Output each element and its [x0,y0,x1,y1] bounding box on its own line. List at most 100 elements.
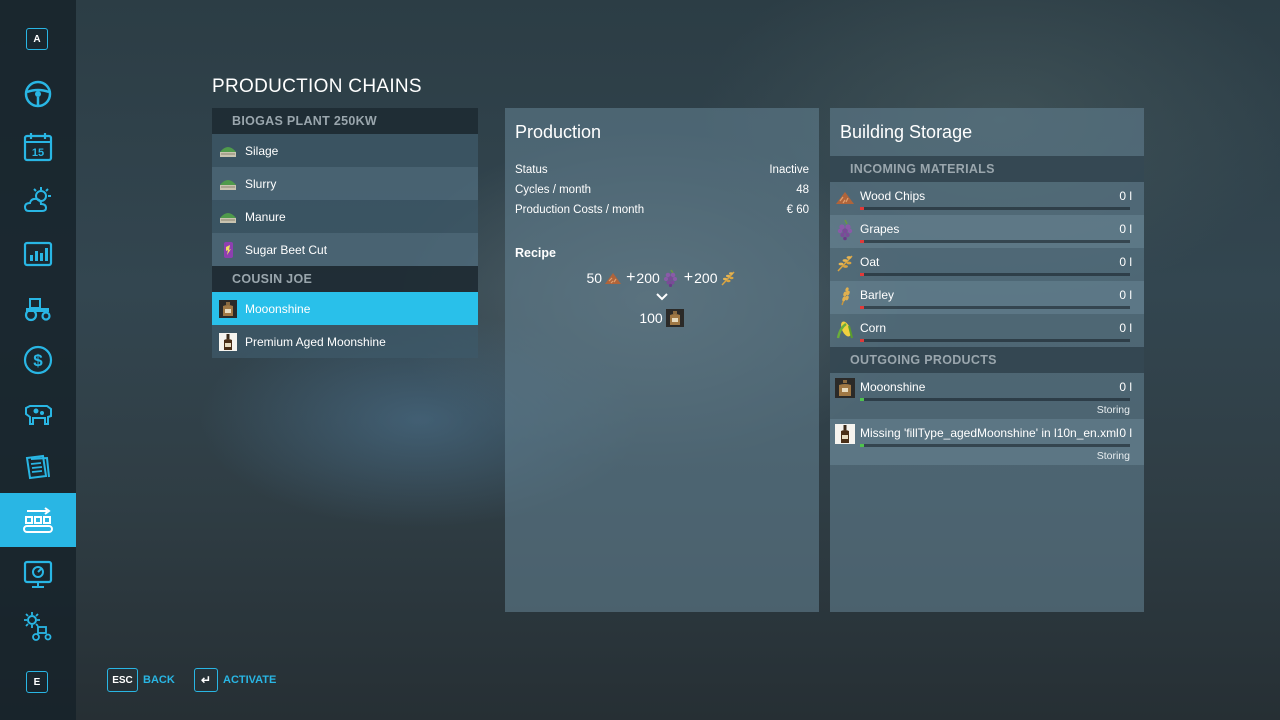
storage-item-amount: 0 l [1119,189,1132,203]
grapes-icon [834,219,856,241]
steering-wheel-icon [24,80,52,108]
back-button[interactable]: BACK [143,674,175,686]
storage-item-name: Grapes [860,222,900,236]
production-title: Production [515,122,602,142]
storage-title: Building Storage [840,122,973,142]
oat-icon [721,271,736,286]
storage-item-name: Missing 'fillType_agedMoonshine' in l10n… [860,426,1119,440]
aged-moonshine-bottle-icon [834,423,856,445]
sidebar-item-animals[interactable] [0,390,76,436]
list-item-label: Mooonshine [245,301,311,316]
fill-level [860,444,864,447]
list-item-label: Premium Aged Moonshine [245,334,386,349]
storage-item-status: Storing [1096,450,1130,462]
moonshine-jug-icon [665,309,684,327]
storage-item-name: Corn [860,321,887,335]
page-title: PRODUCTION CHAINS [212,76,422,97]
storage-item-amount: 0 l [1119,288,1132,302]
sidebar-item-vehicles[interactable] [0,71,76,117]
fill-level [860,339,864,342]
storage-item-amount: 0 l [1119,255,1132,269]
recipe-label: Recipe [515,246,556,260]
sidebar-item-statistics[interactable] [0,231,76,277]
prev-page-key[interactable]: A [26,28,48,50]
tractor-icon [24,298,51,322]
recipe-amount: 100 [639,310,663,326]
recipe-amount: 50 [586,270,603,286]
silage-icon [217,140,239,162]
sidebar-menu: A 15 $ E [0,0,76,720]
stat-costs: Production Costs / month € 60 [505,200,819,220]
recipe-amount: 200 [694,270,718,286]
chevron-down-icon [656,293,668,301]
storage-row-corn: Corn 0 l [830,314,1144,347]
moonshine-jug-icon [217,298,239,320]
fill-level-bar [860,398,1130,401]
storage-item-status: Storing [1096,404,1130,416]
group-header-cousin-joe: COUSIN JOE [212,266,478,292]
storage-row-barley: Barley 0 l [830,281,1144,314]
wood-chips-icon [605,273,622,284]
stat-status: Status Inactive [505,160,819,180]
sidebar-item-production[interactable] [0,493,76,547]
list-item-label: Slurry [245,176,277,191]
storage-item-name: Oat [860,255,880,269]
production-panel: Production Status Inactive Cycles / mont… [505,108,819,612]
production-chain-icon [23,507,53,533]
group-header-biogas: BIOGAS PLANT 250KW [212,108,478,134]
list-item-mooonshine[interactable]: Mooonshine [212,292,478,325]
stat-label: Production Costs / month [515,204,645,216]
storage-item-name: Mooonshine [860,380,926,394]
cow-icon [25,405,52,425]
list-item-premium-aged-moonshine[interactable]: Premium Aged Moonshine [212,325,478,358]
storage-row-mooonshine: Mooonshine 0 l Storing [830,373,1144,419]
sidebar-item-finances[interactable]: $ [0,337,76,383]
barley-icon [834,285,856,307]
stat-cycles: Cycles / month 48 [505,180,819,200]
sugar-beet-cut-icon [217,239,239,261]
production-chains-list: BIOGAS PLANT 250KW Silage Slurry Manure … [212,108,478,358]
fill-level-bar [860,444,1130,447]
outgoing-header: OUTGOING PRODUCTS [830,347,1144,373]
list-item-silage[interactable]: Silage [212,134,478,167]
sidebar-item-garage[interactable] [0,284,76,330]
plus-sign: + [683,269,694,286]
stat-value: 48 [796,184,809,196]
list-item-label: Silage [245,143,279,158]
storage-item-amount: 0 l [1119,222,1132,236]
fill-level-bar [860,207,1130,210]
oat-icon [834,252,856,274]
svg-text:15: 15 [32,147,44,159]
recipe-inputs: 50 + 200 + 200 [505,266,819,290]
statistics-icon [23,241,53,267]
activate-button[interactable]: ACTIVATE [223,674,276,686]
sidebar-item-weather[interactable] [0,177,76,223]
wood-chips-icon [834,186,856,208]
esc-key[interactable]: ESC [107,668,138,692]
stat-value: Inactive [769,164,809,176]
storage-row-grapes: Grapes 0 l [830,215,1144,248]
fill-level [860,273,864,276]
svg-text:$: $ [33,351,43,370]
storage-row-wood-chips: Wood Chips 0 l [830,182,1144,215]
plus-sign: + [626,269,636,286]
corn-icon [834,318,856,340]
sidebar-item-settings[interactable] [0,603,76,649]
slurry-icon [217,173,239,195]
sidebar-item-calendar[interactable]: 15 [0,124,76,170]
next-page-key[interactable]: E [26,671,48,693]
list-item-sugar-beet-cut[interactable]: Sugar Beet Cut [212,233,478,266]
manure-icon [217,206,239,228]
enter-key[interactable]: ↵ [194,668,218,692]
recipe-amount: 200 [636,270,660,286]
storage-item-amount: 0 l [1119,380,1132,394]
list-item-manure[interactable]: Manure [212,200,478,233]
sidebar-item-tutorials[interactable] [0,551,76,597]
storage-item-name: Barley [860,288,895,302]
stat-value: € 60 [786,204,809,216]
fill-level-bar [860,273,1130,276]
list-item-label: Manure [245,209,286,224]
weather-icon [23,187,51,212]
list-item-slurry[interactable]: Slurry [212,167,478,200]
sidebar-item-contracts[interactable] [0,444,76,490]
